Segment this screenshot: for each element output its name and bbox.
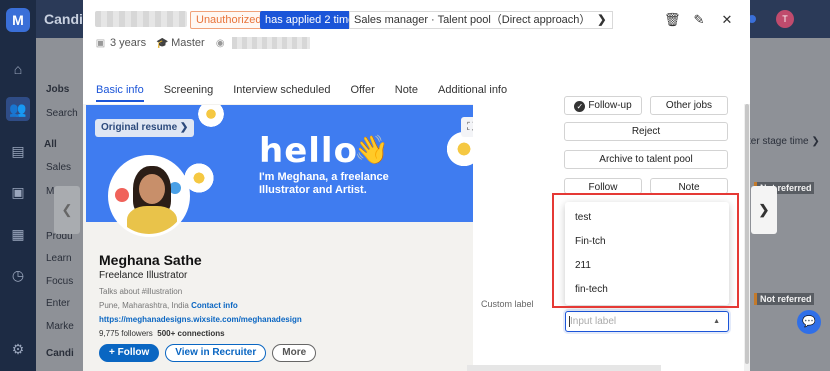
flower-decoration (196, 105, 226, 129)
job-selector-label: Sales manager · Talent pool（Direct appro… (354, 14, 591, 26)
followers-count: 9,775 followers (99, 329, 153, 338)
banner-subtitle: I'm Meghana, a freelance Illustrator and… (259, 171, 389, 196)
tab-bar: Basic info Screening Interview scheduled… (96, 84, 507, 102)
follow-button[interactable]: + Follow (99, 344, 160, 362)
status-badge: Not referred (754, 293, 814, 305)
chart-icon[interactable]: ▦ (9, 225, 27, 243)
modal-header: Unauthorized has applied 2 times Sales m… (83, 0, 750, 102)
more-button[interactable]: More (272, 344, 317, 362)
people-icon[interactable]: 👥 (6, 97, 30, 121)
job-selector[interactable]: Sales manager · Talent pool（Direct appro… (349, 11, 614, 29)
note-button[interactable]: Note (650, 178, 728, 194)
candidate-meta: ▣ 3 years 🎓 Master ◉ (95, 37, 310, 49)
education-text: Master (171, 37, 205, 49)
label-input[interactable]: Input label ▲ (565, 311, 729, 332)
tab-basic-info[interactable]: Basic info (96, 84, 144, 102)
website-link[interactable]: https://meghanadesigns.wixsite.com/megha… (99, 315, 519, 324)
profile-connections: 9,775 followers 500+ connections (99, 329, 519, 338)
sidebar-item[interactable]: Sales (46, 162, 71, 173)
other-jobs-button[interactable]: Other jobs (650, 96, 728, 115)
sidebar-item[interactable]: Candi (46, 348, 74, 359)
custom-label-heading: Custom label (481, 299, 534, 309)
briefcase-icon[interactable]: ▤ (9, 142, 27, 160)
location-blurred (231, 37, 310, 49)
connections-count: 500+ connections (157, 329, 225, 338)
profile-details: Meghana Sathe Freelance Illustrator Talk… (99, 252, 519, 338)
next-candidate-button[interactable]: ❯ (751, 186, 777, 234)
contact-info-link[interactable]: Contact info (191, 301, 238, 310)
waving-hand-icon: 👋 (354, 134, 389, 165)
trash-icon[interactable]: 🗑 (664, 13, 681, 27)
follow-action-button[interactable]: Follow (564, 178, 642, 194)
profile-buttons: + Follow View in Recruiter More (99, 344, 317, 362)
follow-up-button[interactable]: ✓ Follow-up (564, 96, 642, 115)
home-icon[interactable]: ⌂ (9, 60, 27, 78)
sidebar-item[interactable]: Marke (46, 321, 74, 332)
app-title: Candi (44, 11, 83, 27)
view-in-recruiter-button[interactable]: View in Recruiter (165, 344, 267, 362)
sidebar-item[interactable]: Enter (46, 298, 70, 309)
stage-time-link[interactable]: ter stage time ❯ (748, 136, 820, 147)
tab-offer[interactable]: Offer (350, 84, 374, 100)
caret-up-icon: ▲ (713, 318, 720, 325)
check-icon: ✓ (574, 101, 586, 112)
app-logo-icon[interactable]: M (6, 8, 30, 32)
banner-hello: hello (259, 131, 358, 171)
highlight-box (552, 193, 739, 308)
location-pin-icon: ◉ (215, 37, 225, 49)
profile-photo (108, 155, 190, 237)
avatar[interactable]: T (776, 10, 794, 28)
sidebar-search[interactable]: Search (46, 108, 78, 119)
briefcase-icon: ▣ (95, 37, 106, 49)
close-icon[interactable]: ✕ (720, 13, 734, 27)
sidebar-item[interactable]: Focus (46, 276, 73, 287)
graduation-cap-icon: 🎓 (156, 37, 169, 49)
candidate-name-blurred (95, 11, 187, 27)
sidebar-heading: Jobs (46, 84, 70, 95)
gear-icon[interactable]: ⚙ (9, 340, 27, 358)
reject-button[interactable]: Reject (564, 122, 728, 141)
prev-candidate-button[interactable]: ❮ (54, 186, 80, 234)
tab-screening[interactable]: Screening (164, 84, 214, 100)
tab-interview-scheduled[interactable]: Interview scheduled (233, 84, 330, 100)
follow-up-label: Follow-up (588, 100, 632, 111)
location-text: Pune, Maharashtra, India (99, 301, 189, 310)
panel-scrollbar[interactable] (744, 104, 750, 371)
chevron-right-icon: ❯ (597, 14, 607, 26)
profile-name: Meghana Sathe (99, 252, 202, 268)
archive-button[interactable]: Archive to talent pool (564, 150, 728, 169)
edit-icon[interactable]: ✎ (692, 13, 706, 27)
experience-text: 3 years (110, 37, 147, 49)
chat-icon[interactable]: 💬 (797, 310, 821, 334)
clock-icon[interactable]: ◷ (9, 266, 27, 284)
sidebar-item[interactable]: Learn (46, 253, 72, 264)
profile-location: Pune, Maharashtra, India Contact info (99, 301, 519, 310)
status-badge: Unauthorized (190, 11, 268, 29)
sidebar-item[interactable]: All (44, 139, 57, 150)
label-input-placeholder: Input label (570, 316, 617, 327)
panel-bottom-bar (467, 365, 661, 371)
bag-icon[interactable]: ▣ (9, 183, 27, 201)
profile-headline: Freelance Illustrator (99, 270, 188, 281)
tab-note[interactable]: Note (395, 84, 418, 100)
profile-talks: Talks about #illustration (99, 287, 183, 296)
header-actions: 🗑 ✎ ✕ (664, 13, 734, 27)
original-resume-button[interactable]: Original resume ❯ (95, 119, 195, 137)
left-rail: M ⌂ 👥 ▤ ▣ ▦ ◷ ⚙ (0, 0, 36, 371)
